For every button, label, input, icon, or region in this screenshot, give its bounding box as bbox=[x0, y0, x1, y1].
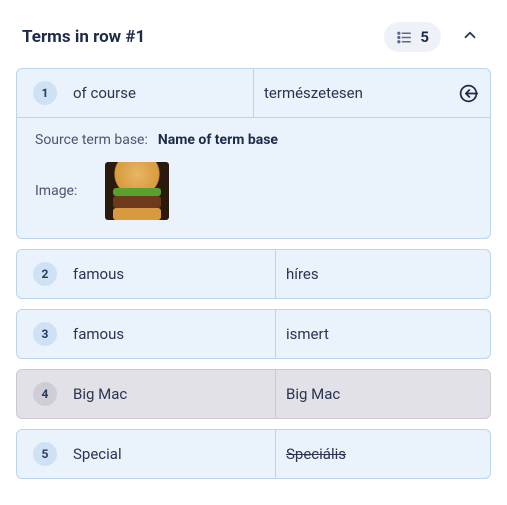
term-row: 4 Big Mac Big Mac bbox=[17, 370, 490, 418]
terms-list: 1 of course természetesen Source term ba… bbox=[12, 68, 495, 479]
term-card[interactable]: 2 famous híres bbox=[16, 249, 491, 299]
source-termbase-line: Source term base: Name of term base bbox=[35, 132, 472, 148]
term-card[interactable]: 5 Special Speciális bbox=[16, 429, 491, 479]
panel-header: Terms in row #1 5 bbox=[12, 12, 495, 68]
chevron-up-icon bbox=[461, 26, 479, 44]
target-term: ismert bbox=[275, 310, 490, 358]
source-term: famous bbox=[73, 250, 275, 298]
source-termbase-label: Source term base: bbox=[35, 132, 148, 148]
target-text: Big Mac bbox=[286, 385, 340, 403]
collapse-button[interactable] bbox=[455, 20, 485, 54]
target-text: Speciális bbox=[286, 445, 346, 463]
target-term: Speciális bbox=[275, 430, 490, 478]
source-term: Big Mac bbox=[73, 370, 275, 418]
number-cell: 4 bbox=[17, 370, 73, 418]
number-badge: 4 bbox=[33, 382, 57, 406]
image-line: Image: bbox=[35, 162, 472, 220]
number-badge: 2 bbox=[33, 262, 57, 286]
number-badge: 5 bbox=[33, 442, 57, 466]
number-cell: 5 bbox=[17, 430, 73, 478]
source-term: Special bbox=[73, 430, 275, 478]
image-label: Image: bbox=[35, 183, 77, 199]
term-row: 5 Special Speciális bbox=[17, 430, 490, 478]
list-icon bbox=[396, 29, 413, 46]
term-row: 1 of course természetesen bbox=[17, 69, 490, 117]
count-value: 5 bbox=[420, 28, 429, 46]
term-card[interactable]: 1 of course természetesen Source term ba… bbox=[16, 68, 491, 239]
target-text: híres bbox=[286, 265, 319, 283]
number-cell: 2 bbox=[17, 250, 73, 298]
count-badge[interactable]: 5 bbox=[384, 22, 441, 52]
source-term: famous bbox=[73, 310, 275, 358]
target-text: ismert bbox=[286, 325, 329, 343]
insert-icon bbox=[458, 83, 479, 104]
term-details: Source term base: Name of term base Imag… bbox=[17, 117, 490, 238]
number-badge: 3 bbox=[33, 322, 57, 346]
term-row: 3 famous ismert bbox=[17, 310, 490, 358]
term-image bbox=[105, 162, 169, 220]
number-cell: 1 bbox=[17, 69, 73, 117]
target-term: Big Mac bbox=[275, 370, 490, 418]
target-text: természetesen bbox=[264, 84, 363, 102]
term-card[interactable]: 3 famous ismert bbox=[16, 309, 491, 359]
terms-panel: Terms in row #1 5 1 of cour bbox=[12, 12, 495, 479]
insert-button[interactable] bbox=[446, 69, 490, 117]
number-badge: 1 bbox=[33, 81, 57, 105]
number-cell: 3 bbox=[17, 310, 73, 358]
source-termbase-value: Name of term base bbox=[158, 132, 278, 148]
target-term: híres bbox=[275, 250, 490, 298]
target-term: természetesen bbox=[253, 69, 446, 117]
term-card[interactable]: 4 Big Mac Big Mac bbox=[16, 369, 491, 419]
panel-title: Terms in row #1 bbox=[22, 27, 384, 47]
source-term: of course bbox=[73, 69, 253, 117]
term-row: 2 famous híres bbox=[17, 250, 490, 298]
